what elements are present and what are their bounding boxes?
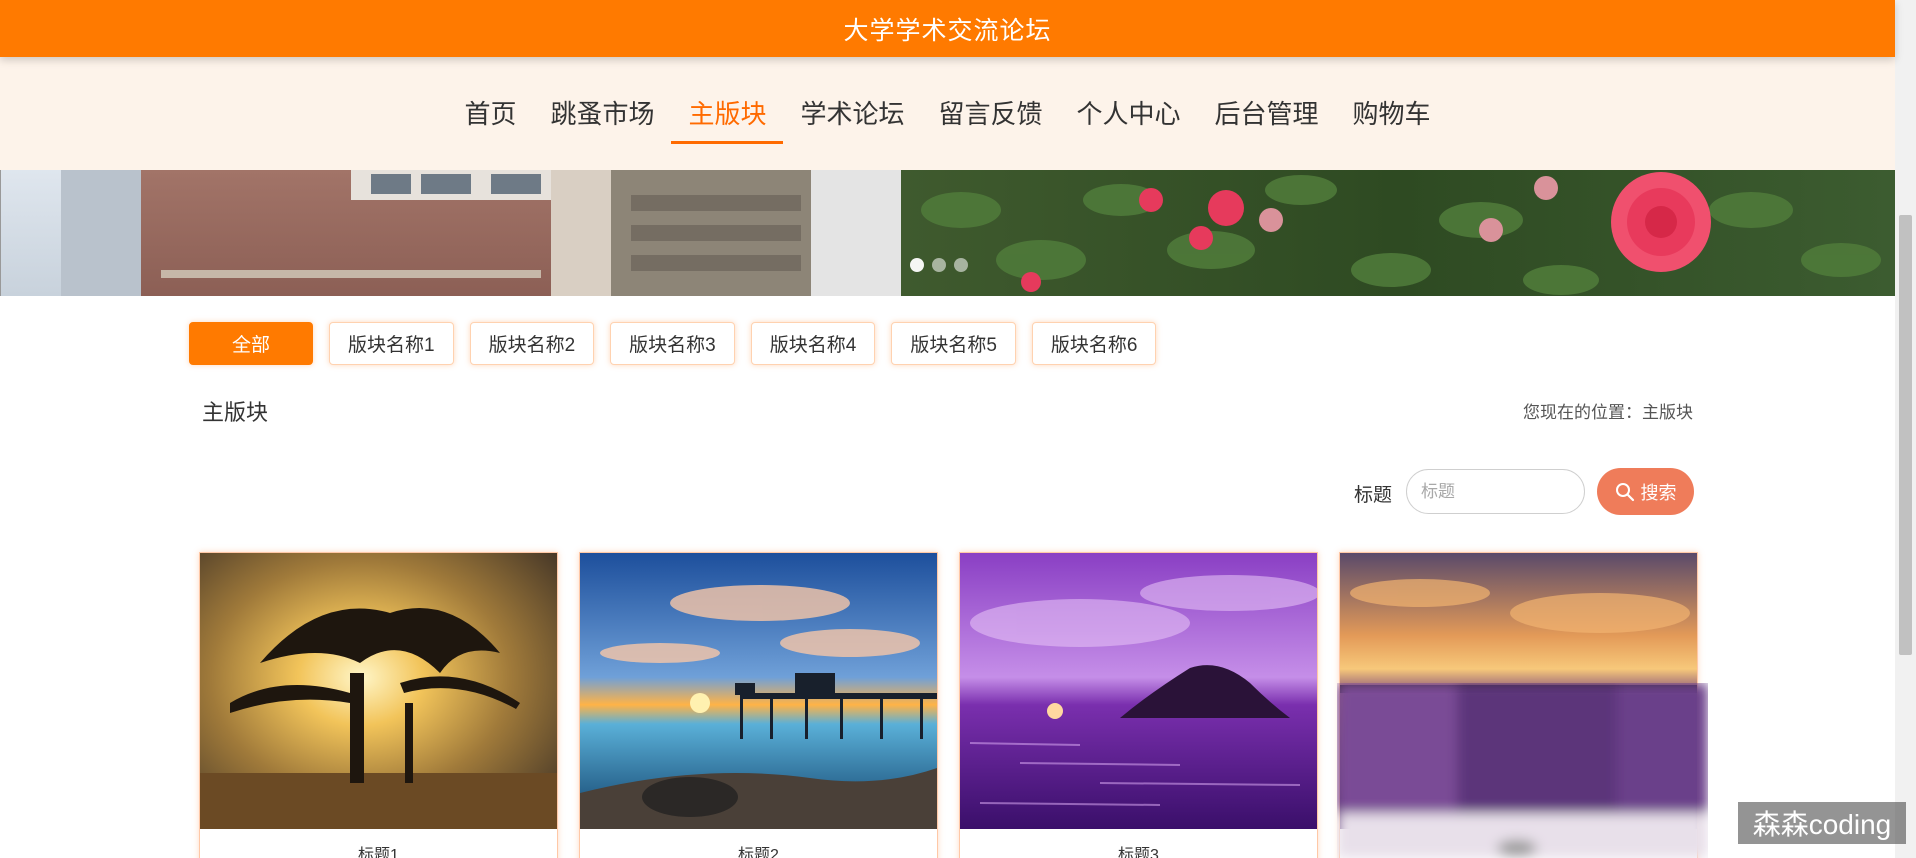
card-caption: 标题3 xyxy=(1118,847,1159,858)
carousel-dot[interactable] xyxy=(954,258,968,272)
category-button[interactable]: 版块名称6 xyxy=(1031,322,1157,365)
search-icon xyxy=(1615,482,1634,501)
breadcrumb-prefix: 您现在的位置： xyxy=(1523,403,1642,422)
main-nav: 首页 跳蚤市场 主版块 学术论坛 留言反馈 个人中心 后台管理 购物车 xyxy=(0,57,1895,170)
page-title: 主版块 xyxy=(202,400,269,425)
nav-item-flea-market[interactable]: 跳蚤市场 xyxy=(533,90,671,138)
category-filter: 全部 版块名称1 版块名称2 版块名称3 版块名称4 版块名称5 版块名称6 xyxy=(189,322,1157,365)
post-card[interactable]: 标题1 xyxy=(199,552,558,858)
breadcrumb: 您现在的位置：主版块 xyxy=(1523,398,1693,423)
banner-image xyxy=(1,170,1895,296)
post-card[interactable]: 标题3 xyxy=(959,552,1318,858)
watermark: 森森coding xyxy=(1738,802,1906,844)
nav-item-admin[interactable]: 后台管理 xyxy=(1198,90,1336,138)
card-image-pier-sunset xyxy=(580,553,937,829)
nav-item-cart[interactable]: 购物车 xyxy=(1336,90,1448,138)
breadcrumb-current[interactable]: 主版块 xyxy=(1642,403,1693,422)
nav-item-main-board[interactable]: 主版块 xyxy=(671,90,784,144)
search-button[interactable]: 搜索 xyxy=(1597,468,1694,515)
nav-item-home[interactable]: 首页 xyxy=(447,90,533,138)
site-header: 大学学术交流论坛 xyxy=(0,0,1895,57)
category-button[interactable]: 版块名称4 xyxy=(750,322,876,365)
card-caption: 标题2 xyxy=(738,847,779,858)
category-button[interactable]: 版块名称1 xyxy=(329,322,454,365)
scrollbar-thumb[interactable] xyxy=(1899,215,1912,655)
category-button[interactable]: 版块名称2 xyxy=(469,322,595,365)
nav-item-academic-forum[interactable]: 学术论坛 xyxy=(783,90,921,138)
card-caption: 标题1 xyxy=(358,847,399,858)
search-button-label: 搜索 xyxy=(1640,482,1677,503)
carousel-indicators xyxy=(910,258,968,272)
post-card[interactable]: 标题2 xyxy=(579,552,938,858)
nav-item-feedback[interactable]: 留言反馈 xyxy=(922,90,1060,138)
card-image-purple-sea-island xyxy=(960,553,1317,829)
carousel-dot[interactable] xyxy=(910,258,924,272)
category-button[interactable]: 版块名称5 xyxy=(891,322,1016,365)
banner-carousel[interactable] xyxy=(0,170,1895,296)
carousel-dot[interactable] xyxy=(932,258,946,272)
blurred-overlay xyxy=(1337,683,1708,858)
category-all-button[interactable]: 全部 xyxy=(189,322,313,365)
nav-item-personal-center[interactable]: 个人中心 xyxy=(1060,90,1198,138)
search-input[interactable] xyxy=(1406,469,1585,514)
card-image-tree-sunset xyxy=(200,553,557,829)
category-button[interactable]: 版块名称3 xyxy=(610,322,735,365)
site-title: 大学学术交流论坛 xyxy=(843,16,1052,45)
search-label: 标题 xyxy=(1354,485,1393,506)
